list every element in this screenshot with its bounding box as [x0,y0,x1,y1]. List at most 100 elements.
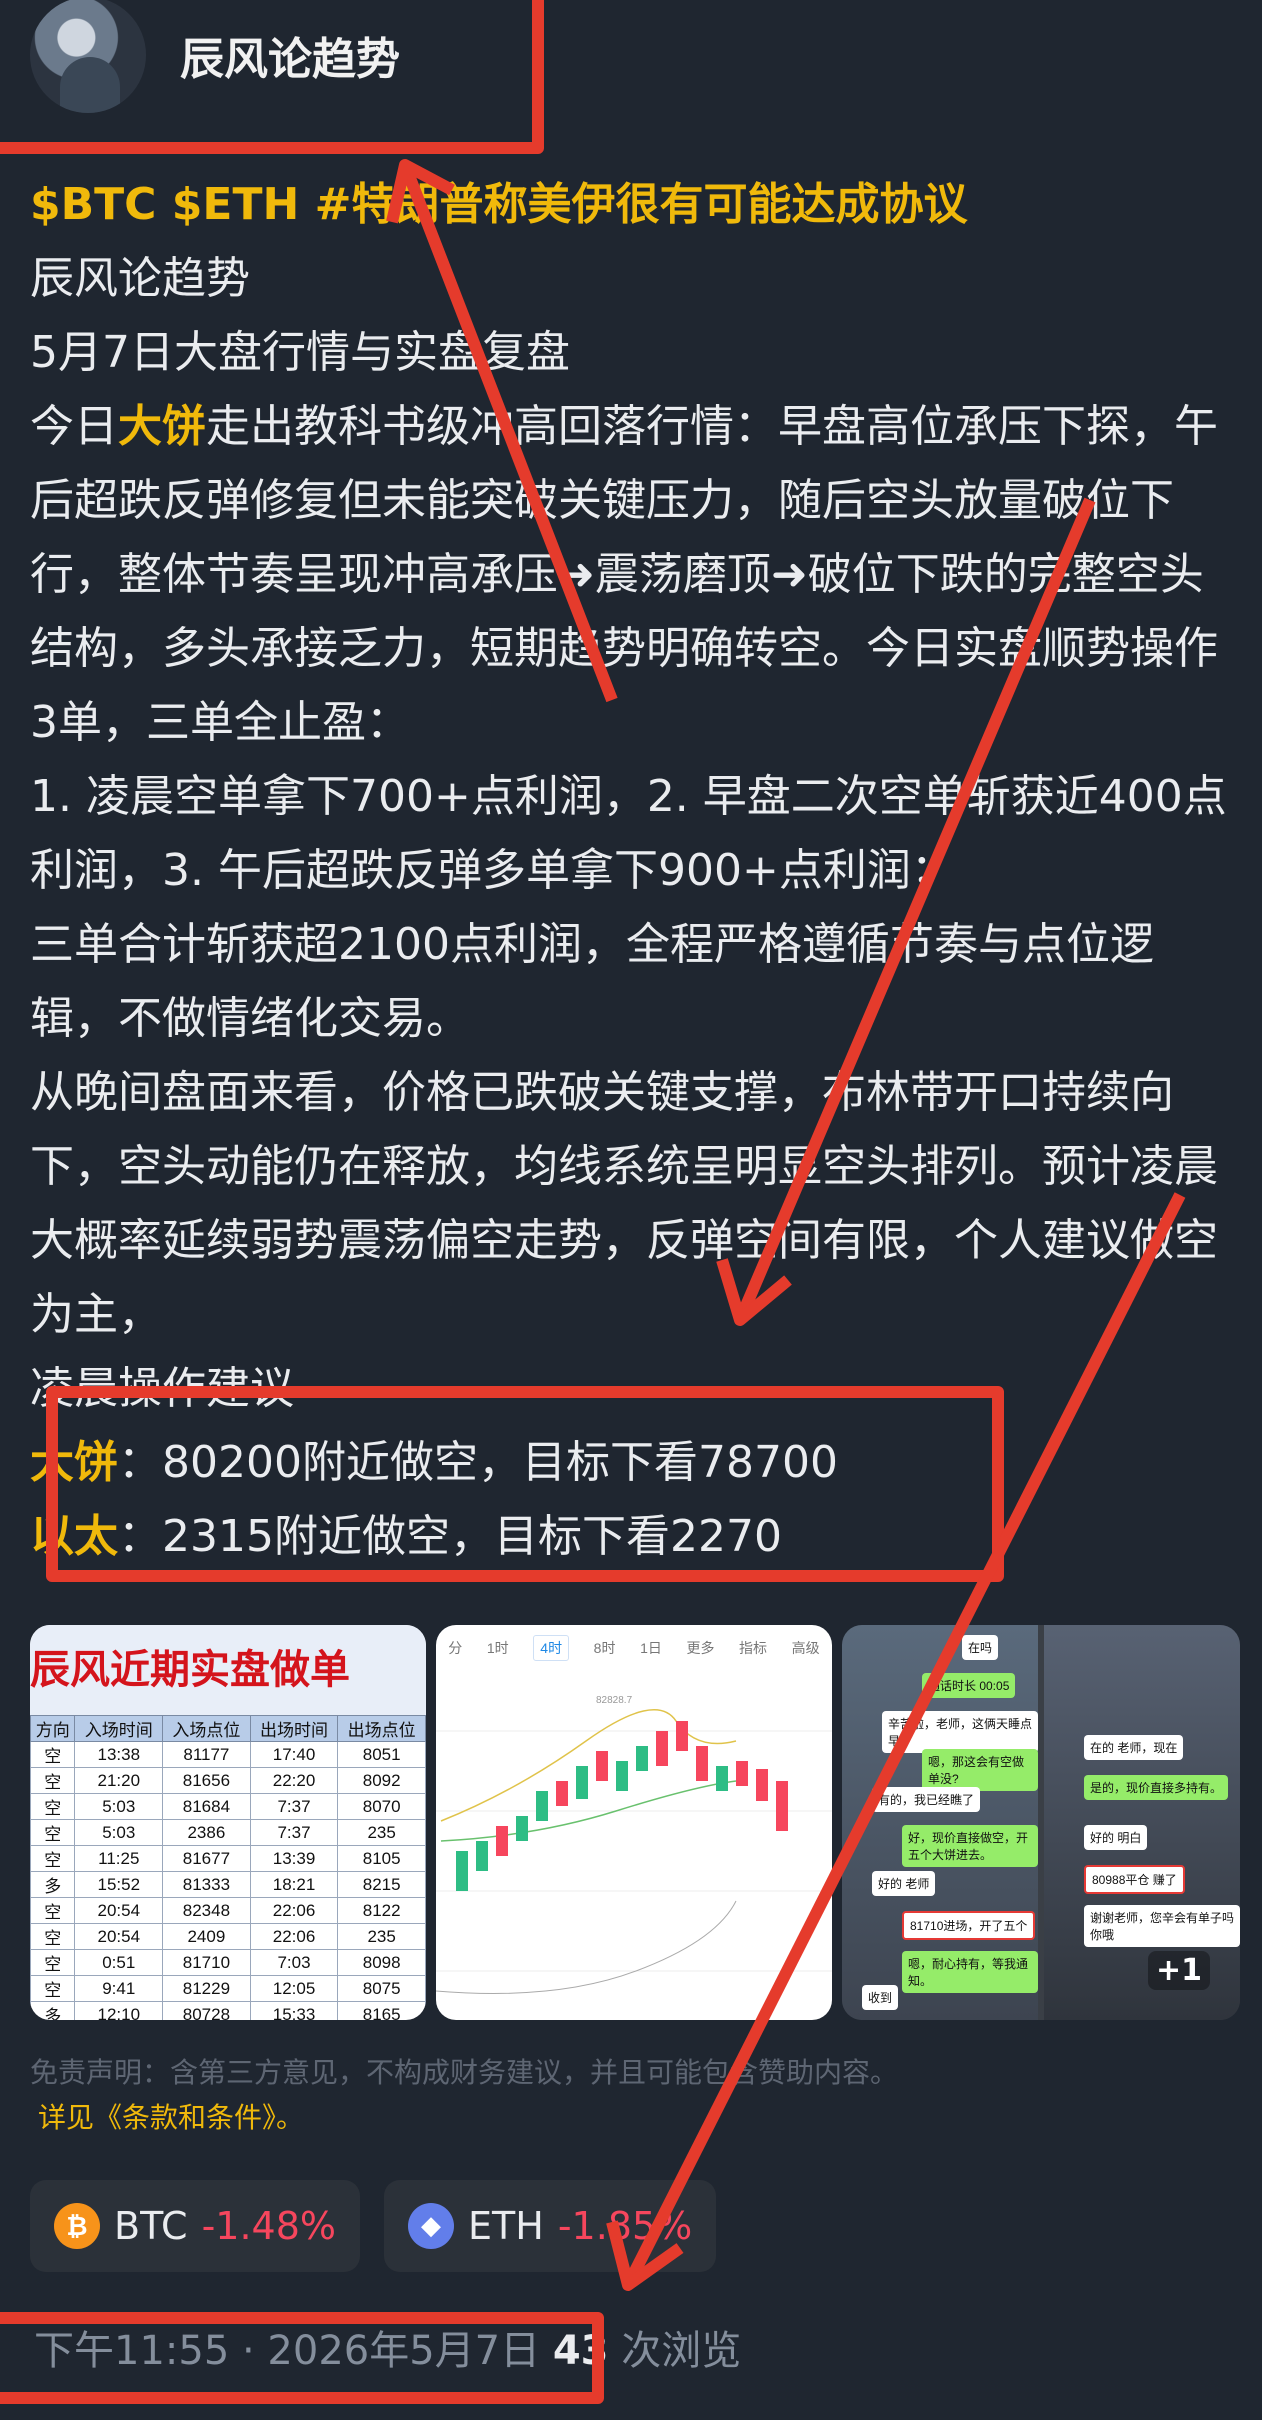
table-cell: 20:54 [74,1923,164,1950]
chart-tab: 分 [448,1640,463,1656]
candle [456,1851,468,1891]
image-trade-table[interactable]: 辰风近期实盘做单 方向 入场时间 入场点位 出场时间 出场点位 空 13:38 81177 1… [30,1625,426,2020]
table-cell: 2409 [162,1923,251,1950]
post-paragraph-1: 今日大饼走出教科书级冲高回落行情：早盘高位承压下探，午后超跌反弹修复但未能突破关… [30,401,1218,748]
table-cell: 12:10 [74,2001,164,2020]
post-paragraph-5: 凌晨操作建议 [30,1363,294,1414]
ticker-chip-eth[interactable]: ◆ ETH -1.85% [384,2180,717,2272]
table-cell: 多 [30,2001,76,2020]
more-images-count[interactable]: +1 [1147,1951,1210,1990]
table-header: 出场时间 [249,1715,339,1742]
table-cell: 空 [30,1975,76,2002]
table-cell: 空 [30,1767,76,1794]
table-cell: 18:21 [249,1871,339,1898]
chat-screenshot-left: 在吗 通话时长 00:05 辛苦啦，老师，这俩天睡点早。 嗯，那这会有空做单没? 有的，… [842,1625,1038,2020]
candle [736,1761,748,1786]
chat-bubble: 有的，我已经瞧了 [872,1787,981,1812]
chat-bubble: 嗯，耐心持有，等我通知。 [902,1951,1038,1993]
post-hashtag-line[interactable]: $BTC $ETH #特朗普称美伊很有可能达成协议 [30,168,1240,242]
table-cell: 7:37 [249,1793,339,1820]
table-cell: 81177 [162,1741,251,1768]
table-cell: 17:40 [249,1741,339,1768]
post-body: $BTC $ETH #特朗普称美伊很有可能达成协议 辰风论趋势 5月7日大盘行情… [30,168,1240,1574]
candle [576,1766,588,1799]
ticker-change: -1.48% [201,2204,337,2248]
table-cell: 0:51 [74,1949,164,1976]
table-header: 入场时间 [74,1715,164,1742]
table-cell: 81677 [162,1845,251,1872]
table-cell: 5:03 [74,1819,164,1846]
table-header: 入场点位 [162,1715,251,1742]
post-paragraph-4: 从晚间盘面来看，价格已跌破关键支撑，布林带开口持续向下，空头动能仍在释放，均线系… [30,1067,1218,1340]
chart-tab: 更多 [686,1640,715,1656]
chat-bubble: 谢谢老师，您辛会有单子吗 你哦 [1084,1905,1240,1947]
terms-link[interactable]: 详见《条款和条件》。 [38,2096,304,2136]
table-cell: 空 [30,1819,76,1846]
table-cell: 22:20 [249,1767,339,1794]
table-cell: 空 [30,1897,76,1924]
chart-tab: 8时 [593,1640,616,1656]
post-line-date: 5月7日大盘行情与实盘复盘 [30,327,570,378]
table-cell: 8098 [337,1949,426,1976]
candle [716,1766,728,1791]
chat-bubble: 在的 老师，现在 [1084,1735,1184,1760]
table-cell: 11:25 [74,1845,164,1872]
chart-candles [456,1721,788,1891]
post-paragraph-2: 1. 凌晨空单拿下700+点利润，2. 早盘二次空单斩获近400点利润，3. 午… [30,771,1227,896]
table-row: 多 15:52 81333 18:21 8215 [30,1871,426,1898]
chart-tab: 1日 [640,1640,662,1656]
chat-bubble: 通话时长 00:05 [922,1673,1016,1698]
image-price-chart[interactable]: 分 1时 4时 8时 1日 更多 指标 高级 82828.7 [436,1625,832,2020]
table-cell: 7:03 [249,1949,339,1976]
chart-tab: 高级 [791,1640,820,1656]
table-row: 空 21:20 81656 22:20 8092 [30,1767,426,1794]
post-timestamp: 下午11:55 · 2026年5月7日 [34,2328,541,2374]
chat-bubble: 收到 [862,1985,899,2010]
table-cell: 13:38 [74,1741,164,1768]
table-cell: 8092 [337,1767,426,1794]
post-meta: 下午11:55 · 2026年5月7日 43 次浏览 [34,2318,741,2376]
table-cell: 2386 [162,1819,251,1846]
table-cell: 235 [337,1923,426,1950]
candle [516,1816,528,1841]
author-name[interactable]: 辰风论趋势 [180,23,400,87]
table-header: 方向 [30,1715,76,1742]
table-cell: 15:33 [249,2001,339,2020]
candle [616,1761,628,1791]
chat-bubble: 嗯，那这会有空做单没? [922,1749,1038,1791]
table-cell: 多 [30,1871,76,1898]
author-avatar[interactable] [30,0,146,113]
table-cell: 9:41 [74,1975,164,2002]
table-row: 空 9:41 81229 12:05 8075 [30,1975,426,2002]
table-cell: 81333 [162,1871,251,1898]
image-chat-screenshots[interactable]: 在吗 通话时长 00:05 辛苦啦，老师，这俩天睡点早。 嗯，那这会有空做单没? 有的，… [842,1625,1240,2020]
table-cell: 235 [337,1819,426,1846]
ticker-chip-btc[interactable]: ₿ BTC -1.48% [30,2180,361,2272]
candlestick-chart: 82828.7 [436,1695,832,1994]
candle [756,1769,768,1801]
trade-table-title: 辰风近期实盘做单 [30,1625,426,1715]
chart-timeframe-tabs: 分 1时 4时 8时 1日 更多 指标 高级 [436,1625,832,1671]
post-images: 辰风近期实盘做单 方向 入场时间 入场点位 出场时间 出场点位 空 13:38 81177 1… [30,1625,1240,2020]
chart-tab: 4时 [533,1635,570,1661]
table-cell: 80728 [162,2001,251,2020]
chart-tab: 1时 [486,1640,509,1656]
view-suffix: 次浏览 [621,2328,742,2374]
table-cell: 8215 [337,1871,426,1898]
table-row: 空 0:51 81710 7:03 8098 [30,1949,426,1976]
chat-bubble: 好的 明白 [1084,1825,1148,1850]
table-cell: 8165 [337,2001,426,2020]
post-line-author: 辰风论趋势 [30,253,250,304]
candle [776,1781,788,1831]
chat-bubble: 80988平仓 赚了 [1084,1865,1185,1894]
chat-bubble: 81710进场，开了五个 [902,1911,1036,1940]
table-row: 空 11:25 81677 13:39 8105 [30,1845,426,1872]
table-cell: 8105 [337,1845,426,1872]
trade-table: 方向 入场时间 入场点位 出场时间 出场点位 空 13:38 81177 17:40 8051 空… [30,1715,426,2020]
chat-screenshot-right: 谢谢老师，您辛会有单子吗 你哦 80988平仓 赚了 好的 明白 是的，现价直接多持有… [1044,1625,1240,2020]
post-btc-suggestion: 大饼：80200附近做空，目标下看78700 [30,1437,838,1488]
candle [596,1751,608,1781]
candle [636,1746,648,1771]
table-cell: 22:06 [249,1897,339,1924]
chat-bubble: 好的 老师 [872,1871,936,1896]
